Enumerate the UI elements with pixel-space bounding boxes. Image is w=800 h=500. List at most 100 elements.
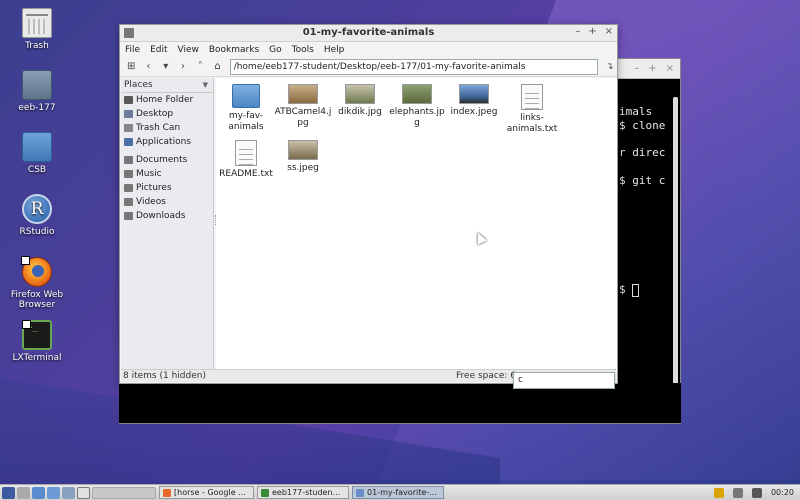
desktop-icon-lxterminal[interactable]: >_ LXTerminal xyxy=(0,320,74,363)
desktop-icon-trash[interactable]: Trash xyxy=(0,8,74,51)
show-desktop-icon[interactable] xyxy=(77,486,90,499)
file-item-image[interactable]: dikdik.jpg xyxy=(330,84,390,118)
forward-icon[interactable]: › xyxy=(176,59,190,75)
trash-icon xyxy=(22,8,52,38)
terminal-titlebar[interactable]: – + × xyxy=(613,59,680,79)
downloads-icon xyxy=(124,212,133,220)
network-icon[interactable] xyxy=(732,487,743,498)
terminal-line: imals xyxy=(619,105,653,118)
sidebar-item-home-folder[interactable]: Home Folder xyxy=(121,93,213,107)
image-thumbnail-icon xyxy=(288,140,318,160)
up-icon[interactable]: ˄ xyxy=(193,59,207,75)
new-tab-icon[interactable]: ⊞ xyxy=(124,59,138,75)
close-icon[interactable]: × xyxy=(605,26,613,37)
chevron-down-icon[interactable]: ▼ xyxy=(203,78,208,92)
terminal-window[interactable]: – + × imals $ clone r direc $ git c $ xyxy=(612,58,681,424)
menu-edit[interactable]: Edit xyxy=(150,45,167,55)
sidebar-item-videos[interactable]: Videos xyxy=(121,195,213,209)
maximize-icon[interactable]: + xyxy=(588,26,596,37)
file-item-image[interactable]: index.jpeg xyxy=(444,84,504,118)
clock[interactable]: 00:20 xyxy=(771,488,794,497)
back-icon[interactable]: ‹ xyxy=(141,59,155,75)
places-header[interactable]: Places ▼ xyxy=(121,78,213,93)
toolbar: ⊞ ‹ ▾ › ˄ ⌂ /home/eeb177-student/Desktop… xyxy=(120,57,617,77)
system-tray: 00:20 xyxy=(713,487,800,498)
rstudio-icon: R xyxy=(22,194,52,224)
desktop-icon-eeb-177[interactable]: eeb-177 xyxy=(0,70,74,113)
desktop-icon-csb[interactable]: CSB xyxy=(0,132,74,175)
sidebar-item-music[interactable]: Music xyxy=(121,167,213,181)
file-manager-launcher-icon[interactable] xyxy=(32,486,45,499)
text-file-icon xyxy=(521,84,543,110)
minimize-icon[interactable]: – xyxy=(575,26,580,37)
menu-go[interactable]: Go xyxy=(269,45,281,55)
music-icon xyxy=(124,170,133,178)
sidebar-item-applications[interactable]: Applications xyxy=(121,135,213,149)
terminal-scrollbar[interactable] xyxy=(673,97,678,413)
menu-view[interactable]: View xyxy=(178,45,199,55)
typeahead-search-input[interactable]: c xyxy=(513,372,615,389)
menu-file[interactable]: File xyxy=(125,45,140,55)
sidebar-item-documents[interactable]: Documents xyxy=(121,153,213,167)
window-title: 01-my-favorite-animals xyxy=(302,27,435,38)
menu-tools[interactable]: Tools xyxy=(292,45,314,55)
taskbar-item-browser[interactable]: [horse - Google ... xyxy=(159,486,254,499)
file-item-folder[interactable]: my-fav- animals xyxy=(216,84,276,133)
file-view[interactable]: my-fav- animals ATBCamel4.j pg dikdik.jp… xyxy=(216,78,617,371)
file-item-image[interactable]: ss.jpeg xyxy=(273,140,333,174)
desktop-icon-rstudio[interactable]: R RStudio xyxy=(0,194,74,237)
terminal-cursor xyxy=(632,283,640,297)
sidebar-item-pictures[interactable]: Pictures xyxy=(121,181,213,195)
sidebar-item-desktop[interactable]: Desktop xyxy=(121,107,213,121)
trash-icon xyxy=(124,124,133,132)
shortcut-badge-icon xyxy=(21,256,30,265)
menu-launcher-icon[interactable] xyxy=(2,486,15,499)
image-thumbnail-icon xyxy=(402,84,432,104)
taskbar-item-file-manager[interactable]: 01-my-favorite-... xyxy=(352,486,444,499)
terminal-line: r direc xyxy=(619,146,666,159)
terminal-output[interactable]: imals $ clone r direc $ git c $ xyxy=(613,79,680,423)
documents-icon xyxy=(124,156,133,164)
file-item-text[interactable]: links- animals.txt xyxy=(502,84,562,135)
taskbar-item-terminal[interactable]: eeb177-studen... xyxy=(257,486,349,499)
lock-icon[interactable] xyxy=(713,487,724,498)
menu-help[interactable]: Help xyxy=(324,45,345,55)
file-item-text[interactable]: README.txt xyxy=(216,140,276,180)
places-sidebar: Places ▼ Home Folder Desktop Trash Can A… xyxy=(121,78,214,371)
workspace-switcher[interactable] xyxy=(92,486,156,499)
close-icon[interactable]: × xyxy=(666,63,674,74)
volume-icon[interactable] xyxy=(751,487,762,498)
pictures-icon xyxy=(124,184,133,192)
desktop-icon-label: CSB xyxy=(27,165,47,175)
file-manager-window[interactable]: 01-my-favorite-animals – + × File Edit V… xyxy=(119,24,618,384)
go-icon[interactable]: ↴ xyxy=(603,59,617,75)
firefox-icon xyxy=(21,256,52,287)
terminal-lower-area xyxy=(119,383,681,424)
launcher-icon[interactable] xyxy=(62,486,75,499)
free-space: Free space: 6 xyxy=(456,371,516,381)
history-dropdown-icon[interactable]: ▾ xyxy=(159,59,173,75)
browser-launcher-icon[interactable] xyxy=(47,486,60,499)
menu-bookmarks[interactable]: Bookmarks xyxy=(209,45,259,55)
videos-icon xyxy=(124,198,133,206)
home-icon[interactable]: ⌂ xyxy=(210,59,224,75)
menubar: File Edit View Bookmarks Go Tools Help xyxy=(120,42,617,57)
desktop-icon xyxy=(124,110,133,118)
terminal-line: $ git c xyxy=(619,174,666,187)
folder-icon xyxy=(22,132,52,162)
desktop-icon-label: RStudio xyxy=(19,227,55,237)
sidebar-item-downloads[interactable]: Downloads xyxy=(121,209,213,223)
image-thumbnail-icon xyxy=(288,84,318,104)
launcher-icon[interactable] xyxy=(17,486,30,499)
path-input[interactable]: /home/eeb177-student/Desktop/eeb-177/01-… xyxy=(229,58,598,75)
file-item-image[interactable]: ATBCamel4.j pg xyxy=(273,84,333,129)
minimize-icon[interactable]: – xyxy=(634,63,639,74)
terminal-icon: >_ xyxy=(22,320,52,350)
file-item-image[interactable]: elephants.jp g xyxy=(387,84,447,129)
sidebar-item-trash-can[interactable]: Trash Can xyxy=(121,121,213,135)
desktop-icon-firefox[interactable]: Firefox Web Browser xyxy=(0,256,74,310)
desktop-icon-label: Firefox Web Browser xyxy=(10,290,64,310)
window-titlebar[interactable]: 01-my-favorite-animals – + × xyxy=(120,25,617,42)
maximize-icon[interactable]: + xyxy=(648,63,656,74)
text-file-icon xyxy=(235,140,257,166)
